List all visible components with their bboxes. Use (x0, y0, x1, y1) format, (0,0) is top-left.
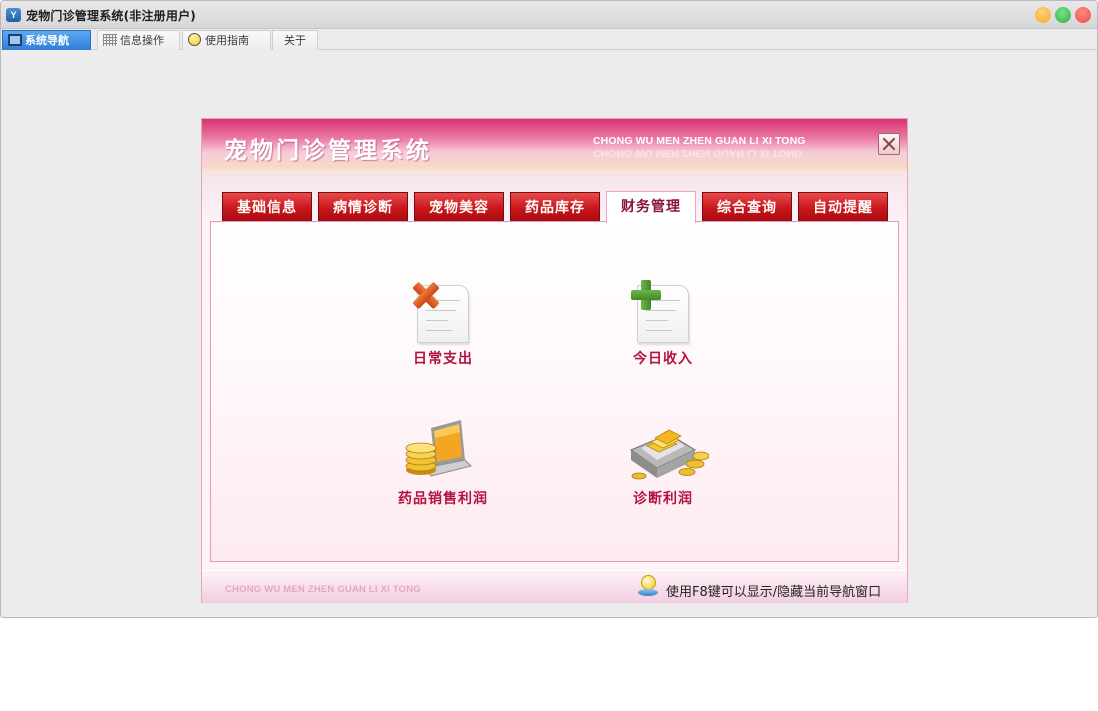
tab-auto-reminder[interactable]: 自动提醒 (798, 192, 888, 222)
tab-label: 系统导航 (25, 34, 69, 47)
maximize-button[interactable] (1055, 7, 1071, 23)
tab-label: 关于 (284, 34, 306, 47)
tab-info-operations[interactable]: 信息操作 (97, 30, 180, 50)
footer-hint-text: 使用F8键可以显示/隐藏当前导航窗口 (666, 585, 882, 600)
main-tab-bar: 系统导航 信息操作 使用指南 关于 (1, 29, 1097, 50)
remove-mark-icon (411, 280, 441, 310)
minimize-button[interactable] (1035, 7, 1051, 23)
tab-finance[interactable]: 财务管理 (606, 191, 696, 223)
window-title: 宠物门诊管理系统(非注册用户) (26, 9, 196, 23)
panel-subtitle-reflection: CHONG WU MEN ZHEN GUAN LI XI TONG (593, 147, 803, 159)
bulb-icon (188, 33, 201, 46)
tab-query[interactable]: 综合查询 (702, 192, 792, 222)
panel-footer: CHONG WU MEN ZHEN GUAN LI XI TONG 使用F8键可… (202, 570, 907, 603)
today-income-label: 今日收入 (633, 351, 693, 367)
tab-basic-info[interactable]: 基础信息 (222, 192, 312, 222)
add-mark-icon (631, 280, 661, 310)
diagnosis-profit-label: 诊断利润 (633, 491, 693, 507)
window-close-button[interactable] (1075, 7, 1091, 23)
tab-label: 信息操作 (120, 34, 164, 47)
tab-system-navigation[interactable]: 系统导航 (2, 30, 91, 50)
finance-content-area: 日常支出 今日收入 药品销售利润 诊断利润 (210, 221, 899, 562)
navigation-panel: 宠物门诊管理系统 CHONG WU MEN ZHEN GUAN LI XI TO… (201, 118, 908, 603)
app-window: Y 宠物门诊管理系统(非注册用户) 系统导航 信息操作 使用指南 关于 宠物门诊… (0, 0, 1098, 618)
panel-header: 宠物门诊管理系统 CHONG WU MEN ZHEN GUAN LI XI TO… (202, 119, 907, 173)
tab-label: 使用指南 (205, 34, 249, 47)
diagnosis-profit-button[interactable]: 诊断利润 (615, 418, 711, 508)
daily-expense-label: 日常支出 (413, 351, 473, 367)
monitor-icon (8, 34, 22, 46)
close-icon[interactable] (878, 133, 900, 155)
app-logo-icon: Y (6, 8, 21, 22)
title-bar[interactable]: Y 宠物门诊管理系统(非注册用户) (1, 1, 1097, 29)
lightbulb-icon (638, 575, 658, 597)
panel-title: 宠物门诊管理系统 (224, 138, 432, 164)
laptop-coins-icon (405, 420, 472, 477)
cash-box-coins-icon (629, 429, 709, 480)
grid-icon (103, 34, 117, 46)
panel-subtitle: CHONG WU MEN ZHEN GUAN LI XI TONG (593, 135, 806, 147)
drug-sales-profit-button[interactable]: 药品销售利润 (391, 418, 495, 508)
daily-expense-button[interactable]: 日常支出 (403, 280, 483, 370)
footer-brand-text: CHONG WU MEN ZHEN GUAN LI XI TONG (225, 584, 421, 595)
tab-drug-inventory[interactable]: 药品库存 (510, 192, 600, 222)
tab-user-guide[interactable]: 使用指南 (182, 30, 271, 50)
tab-about[interactable]: 关于 (272, 30, 318, 50)
tab-pet-grooming[interactable]: 宠物美容 (414, 192, 504, 222)
today-income-button[interactable]: 今日收入 (623, 280, 703, 370)
drug-sales-profit-label: 药品销售利润 (398, 491, 488, 507)
tab-diagnosis[interactable]: 病情诊断 (318, 192, 408, 222)
